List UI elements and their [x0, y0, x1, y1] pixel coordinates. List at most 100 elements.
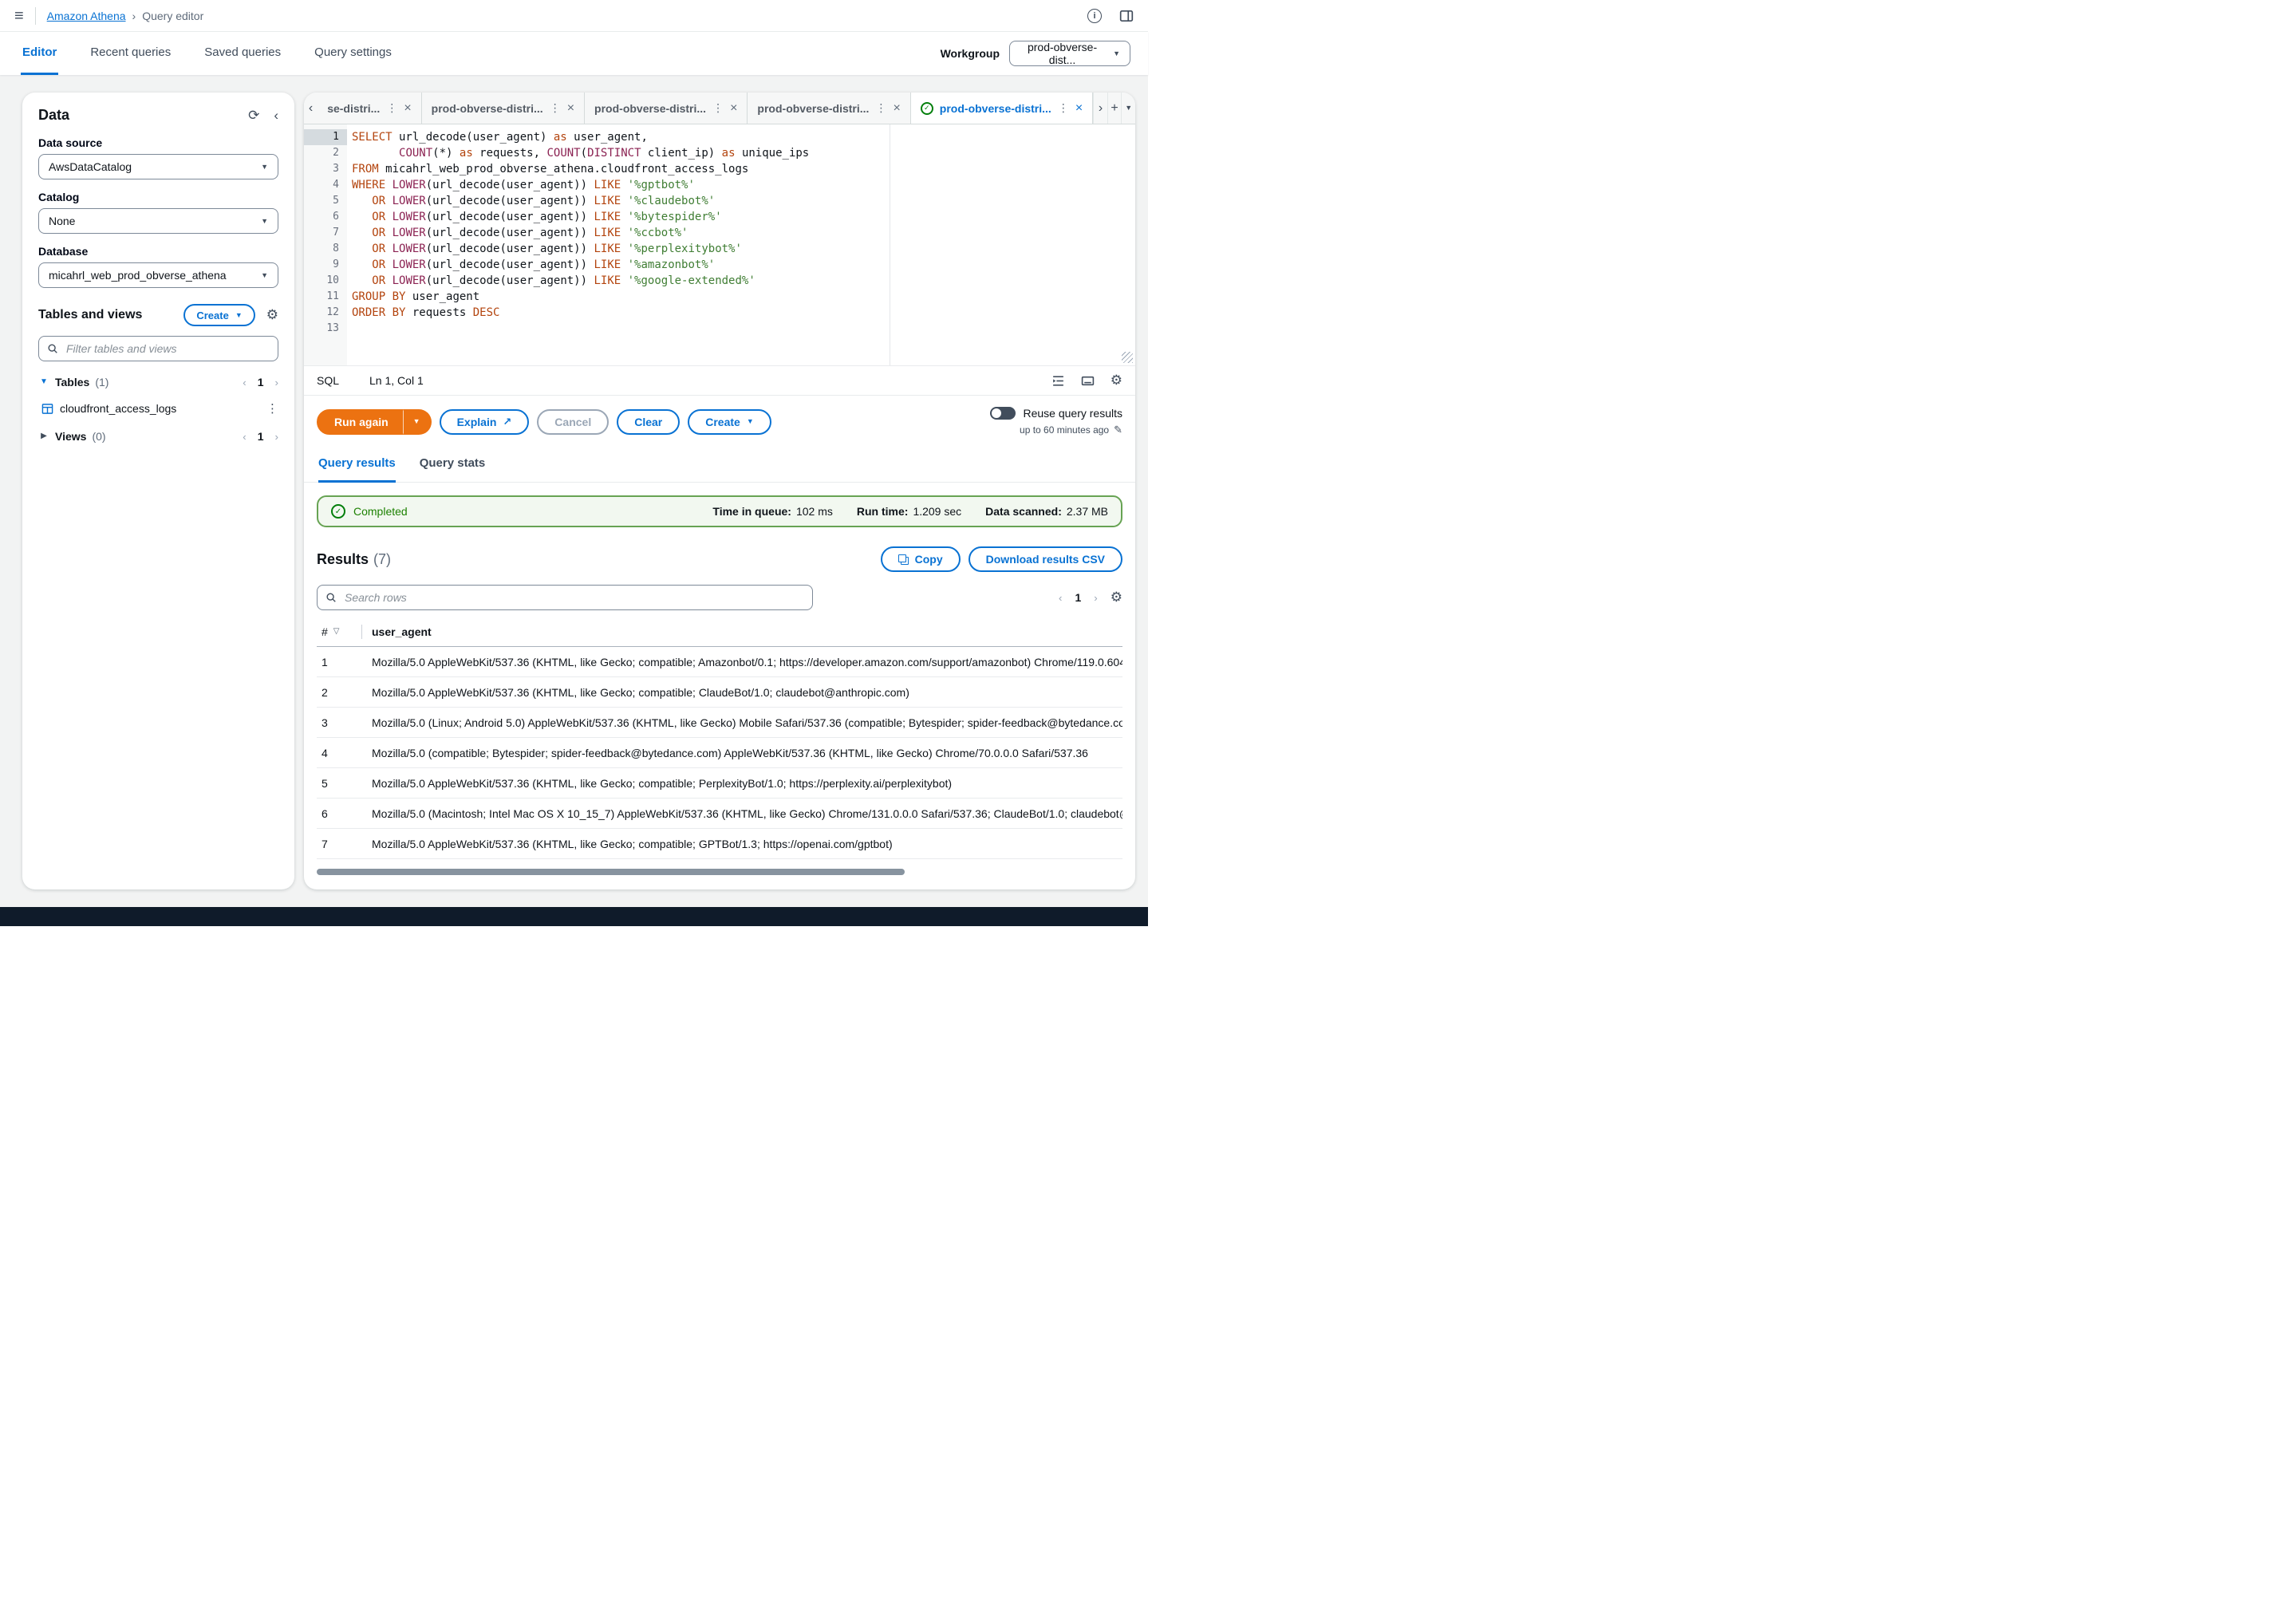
tab-close-icon[interactable]: ×	[404, 102, 411, 115]
row-index: 7	[317, 838, 361, 850]
tab-editor[interactable]: Editor	[21, 32, 58, 75]
athena-query-editor-page: ≡ Amazon Athena › Query editor i Editor …	[0, 0, 1148, 926]
catalog-label: Catalog	[38, 191, 278, 203]
table-row[interactable]: 5 Mozilla/5.0 AppleWebKit/537.36 (KHTML,…	[317, 768, 1122, 799]
copy-button[interactable]: Copy	[881, 546, 961, 572]
side-panel-icon[interactable]	[1119, 9, 1134, 23]
row-index: 4	[317, 747, 361, 759]
tables-pagination: ‹ 1 ›	[243, 376, 278, 388]
tab-close-icon[interactable]: ×	[567, 102, 574, 115]
query-tab-1[interactable]: se-distri... ⋮ ×	[318, 93, 421, 124]
page-next-icon[interactable]: ›	[275, 431, 278, 443]
tab-close-icon[interactable]: ×	[893, 102, 900, 115]
editor-resize-handle[interactable]	[1122, 352, 1133, 363]
edit-icon[interactable]: ✎	[1114, 424, 1122, 436]
query-tab-3[interactable]: prod-obverse-distri... ⋮ ×	[585, 93, 748, 124]
table-row[interactable]: 2 Mozilla/5.0 AppleWebKit/537.36 (KHTML,…	[317, 677, 1122, 708]
main-content: Data ⟳ ‹ Data source AwsDataCatalog ▼ Ca…	[0, 75, 1148, 907]
query-tab-2[interactable]: prod-obverse-distri... ⋮ ×	[422, 93, 585, 124]
external-link-icon: ↗	[503, 416, 511, 428]
tab-saved-queries[interactable]: Saved queries	[203, 32, 282, 75]
views-expand-icon[interactable]: ▶	[38, 432, 49, 440]
data-source-select[interactable]: AwsDataCatalog ▼	[38, 154, 278, 179]
workgroup-select[interactable]: prod-obverse-dist... ▼	[1009, 41, 1130, 66]
row-index: 6	[317, 807, 361, 820]
breadcrumb-amazon-athena-link[interactable]: Amazon Athena	[47, 10, 126, 22]
filter-icon[interactable]: ▽	[333, 627, 340, 636]
results-settings-gear-icon[interactable]: ⚙	[1111, 590, 1122, 605]
query-status-banner: ✓ Completed Time in queue:102 ms Run tim…	[317, 495, 1122, 527]
views-group-row: ▶ Views (0) ‹ 1 ›	[38, 430, 278, 443]
row-user-agent: Mozilla/5.0 (compatible; Bytespider; spi…	[372, 747, 1122, 759]
run-options-icon[interactable]: ▼	[403, 409, 432, 435]
tabs-scroll-right-icon[interactable]: ›	[1093, 93, 1107, 124]
tables-group-row: ▼ Tables (1) ‹ 1 ›	[38, 376, 278, 388]
query-tab-5-active[interactable]: ✓ prod-obverse-distri... ⋮ ×	[911, 93, 1093, 124]
database-select[interactable]: micahrl_web_prod_obverse_athena ▼	[38, 262, 278, 288]
tab-menu-icon[interactable]: ⋮	[386, 101, 397, 115]
tab-query-results[interactable]: Query results	[318, 446, 396, 483]
topbar-divider	[35, 7, 36, 25]
reuse-results-label: Reuse query results	[1023, 407, 1122, 420]
table-menu-icon[interactable]: ⋮	[266, 401, 278, 416]
table-row[interactable]: 6 Mozilla/5.0 (Macintosh; Intel Mac OS X…	[317, 799, 1122, 829]
column-divider	[361, 625, 362, 639]
catalog-select[interactable]: None ▼	[38, 208, 278, 234]
chevron-down-icon: ▼	[1113, 50, 1120, 57]
download-results-csv-button[interactable]: Download results CSV	[969, 546, 1122, 572]
tab-menu-icon[interactable]: ⋮	[1058, 101, 1069, 115]
results-title: Results(7)	[317, 551, 391, 568]
page-prev-icon[interactable]: ‹	[1059, 592, 1062, 604]
tab-query-settings[interactable]: Query settings	[313, 32, 393, 75]
tab-list-icon[interactable]: ▼	[1121, 93, 1135, 124]
row-index: 5	[317, 777, 361, 790]
table-row[interactable]: 7 Mozilla/5.0 AppleWebKit/537.36 (KHTML,…	[317, 829, 1122, 859]
sql-editor[interactable]: 12345678910111213 SELECT url_decode(user…	[304, 124, 1135, 365]
filter-tables-searchbox	[38, 336, 278, 361]
page-prev-icon[interactable]: ‹	[243, 377, 246, 388]
reuse-results-toggle[interactable]	[990, 407, 1016, 420]
query-tab-4[interactable]: prod-obverse-distri... ⋮ ×	[748, 93, 910, 124]
table-row[interactable]: 4 Mozilla/5.0 (compatible; Bytespider; s…	[317, 738, 1122, 768]
tab-query-stats[interactable]: Query stats	[420, 446, 486, 483]
page-next-icon[interactable]: ›	[1094, 592, 1097, 604]
catalog-field: Catalog None ▼	[38, 191, 278, 234]
filter-tables-input[interactable]	[65, 341, 270, 356]
row-user-agent: Mozilla/5.0 AppleWebKit/537.36 (KHTML, l…	[372, 777, 1122, 790]
workgroup-label: Workgroup	[941, 47, 1000, 60]
page-prev-icon[interactable]: ‹	[243, 431, 246, 443]
run-again-button[interactable]: Run again	[317, 409, 403, 435]
new-tab-icon[interactable]: +	[1107, 93, 1122, 124]
table-row[interactable]: 3 Mozilla/5.0 (Linux; Android 5.0) Apple…	[317, 708, 1122, 738]
horizontal-scrollbar-thumb[interactable]	[317, 869, 905, 875]
format-query-icon[interactable]	[1051, 374, 1065, 388]
row-user-agent: Mozilla/5.0 AppleWebKit/537.36 (KHTML, l…	[372, 838, 1122, 850]
data-settings-gear-icon[interactable]: ⚙	[266, 307, 278, 323]
table-row[interactable]: 1 Mozilla/5.0 AppleWebKit/537.36 (KHTML,…	[317, 647, 1122, 677]
chevron-down-icon: ▼	[261, 164, 268, 171]
editor-code[interactable]: SELECT url_decode(user_agent) as user_ag…	[347, 124, 1135, 365]
data-panel-header: Data ⟳ ‹	[38, 107, 278, 124]
tab-close-icon[interactable]: ×	[730, 102, 737, 115]
tab-menu-icon[interactable]: ⋮	[550, 101, 561, 115]
search-rows-input[interactable]	[343, 590, 804, 605]
tab-menu-icon[interactable]: ⋮	[712, 101, 724, 115]
tab-recent-queries[interactable]: Recent queries	[89, 32, 172, 75]
create-dropdown-button[interactable]: Create ▼	[688, 409, 771, 435]
tables-collapse-icon[interactable]: ▼	[38, 378, 49, 386]
page-next-icon[interactable]: ›	[275, 377, 278, 388]
create-button[interactable]: Create ▼	[183, 304, 254, 326]
clear-button[interactable]: Clear	[617, 409, 680, 435]
cancel-button[interactable]: Cancel	[537, 409, 609, 435]
collapse-panel-icon[interactable]: ‹	[274, 108, 278, 124]
refresh-icon[interactable]: ⟳	[248, 108, 259, 124]
table-item-cloudfront-access-logs[interactable]: cloudfront_access_logs ⋮	[41, 401, 278, 416]
shortcuts-icon[interactable]	[1081, 374, 1095, 388]
editor-settings-gear-icon[interactable]: ⚙	[1111, 373, 1122, 388]
tab-menu-icon[interactable]: ⋮	[875, 101, 886, 115]
tab-close-icon[interactable]: ×	[1075, 102, 1083, 115]
info-icon[interactable]: i	[1087, 9, 1102, 23]
hamburger-menu-button[interactable]: ≡	[14, 8, 24, 24]
tabs-scroll-left-icon[interactable]: ‹	[304, 93, 318, 124]
explain-button[interactable]: Explain ↗	[440, 409, 530, 435]
